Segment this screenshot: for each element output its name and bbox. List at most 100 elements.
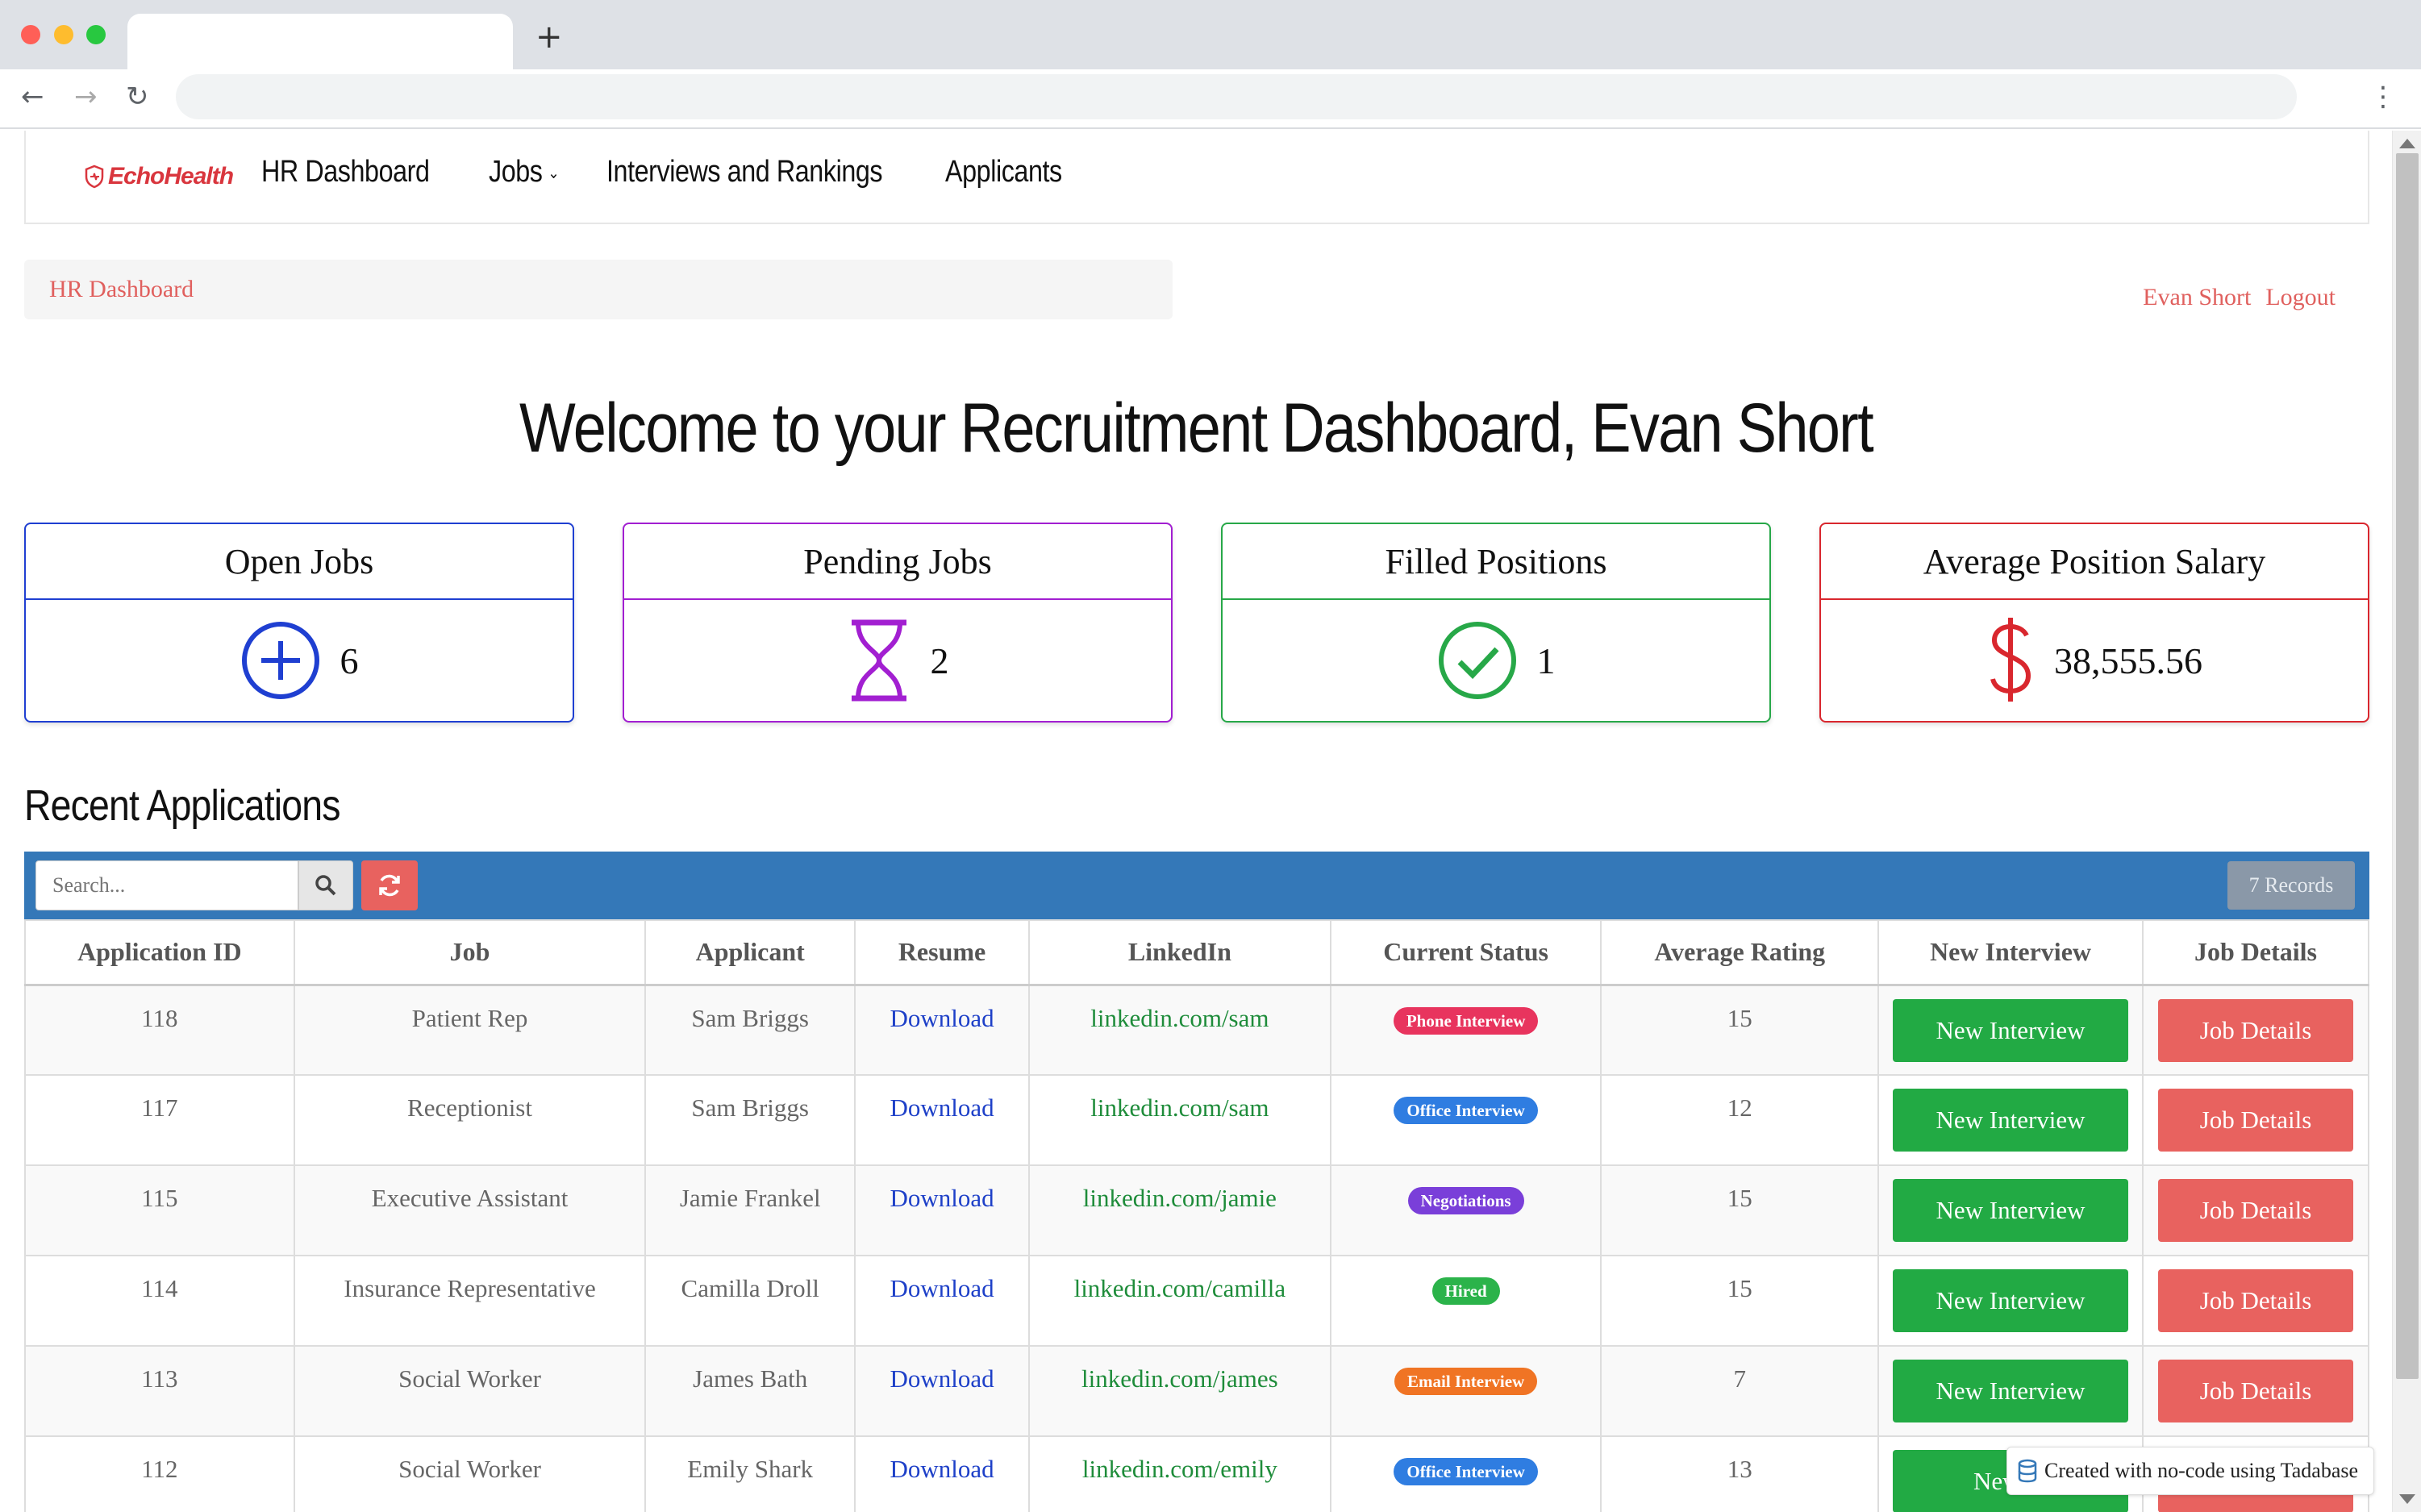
applicant-cell: James Bath [644, 1345, 856, 1437]
job-details-button[interactable]: Job Details [2158, 1179, 2353, 1242]
stat-card-filled-positions: Filled Positions 1 [1221, 523, 1771, 723]
applications-table: Application ID Job Applicant Resume Link… [24, 919, 2369, 1512]
stat-card-open-jobs: Open Jobs 6 [24, 523, 574, 723]
tadabase-badge-text: Created with no-code using Tadabase [2044, 1459, 2359, 1482]
nav-jobs[interactable]: Jobs ⌄ [489, 155, 560, 190]
new-interview-cell: New Interview [1877, 1345, 2144, 1437]
job-cell: Executive Assistant [293, 1164, 647, 1256]
scroll-down-icon[interactable] [2399, 1494, 2415, 1504]
back-button[interactable]: ← [21, 81, 44, 113]
refresh-button[interactable] [361, 860, 418, 910]
status-cell: Office Interview [1329, 1074, 1602, 1166]
job-details-button[interactable]: Job Details [2158, 1089, 2353, 1152]
table-toolbar: 7 Records [24, 852, 2369, 919]
tadabase-badge[interactable]: Created with no-code using Tadabase [2006, 1447, 2374, 1495]
column-header[interactable]: LinkedIn [1027, 919, 1331, 986]
new-interview-button[interactable]: New Interview [1893, 998, 2129, 1062]
resume-download-link[interactable]: Download [890, 1093, 994, 1122]
status-cell: Office Interview [1329, 1435, 1602, 1512]
rating-cell: 7 [1600, 1345, 1880, 1437]
nav-applicants[interactable]: Applicants [945, 155, 1062, 190]
resume-download-link[interactable]: Download [890, 1184, 994, 1212]
column-header[interactable]: Resume [854, 919, 1030, 986]
resume-download-link[interactable]: Download [890, 1455, 994, 1483]
new-tab-button[interactable]: + [535, 21, 563, 53]
job-details-button[interactable]: Job Details [2158, 1269, 2353, 1332]
application-id-cell: 118 [24, 984, 295, 1076]
linkedin-cell: linkedin.com/jamie [1027, 1164, 1331, 1256]
records-count-button[interactable]: 7 Records [2227, 861, 2355, 910]
stat-title: Filled Positions [1223, 524, 1769, 600]
status-badge: Phone Interview [1393, 1006, 1539, 1035]
nav-hr-dashboard[interactable]: HR Dashboard [261, 155, 430, 190]
page-scrollbar[interactable] [2392, 131, 2421, 1512]
browser-tab-bar: + [0, 0, 2421, 69]
resume-download-link[interactable]: Download [890, 1004, 994, 1032]
window-maximize-button[interactable] [86, 25, 106, 44]
search-input[interactable] [35, 860, 298, 910]
resume-cell: Download [854, 1074, 1030, 1166]
browser-menu-icon[interactable]: ⋮ [2369, 81, 2397, 113]
new-interview-cell: New Interview [1877, 984, 2144, 1076]
logout-link[interactable]: Logout [2265, 284, 2336, 310]
status-badge: Hired [1431, 1277, 1500, 1305]
applicant-cell: Sam Briggs [644, 984, 856, 1076]
resume-download-link[interactable]: Download [890, 1274, 994, 1302]
job-details-button[interactable]: Job Details [2158, 1360, 2353, 1422]
job-details-cell: Job Details [2142, 1345, 2369, 1437]
column-header[interactable]: Job [293, 919, 647, 986]
linkedin-link[interactable]: linkedin.com/sam [1090, 1004, 1269, 1032]
new-interview-button[interactable]: New Interview [1893, 1269, 2129, 1332]
forward-button[interactable]: → [74, 81, 98, 113]
user-name-link[interactable]: Evan Short [2143, 284, 2251, 310]
new-interview-button[interactable]: New Interview [1893, 1089, 2129, 1152]
column-header[interactable]: Current Status [1329, 919, 1602, 986]
job-details-cell: Job Details [2142, 1074, 2369, 1166]
linkedin-link[interactable]: linkedin.com/camilla [1074, 1274, 1286, 1302]
dollar-icon [1990, 618, 2031, 702]
new-interview-button[interactable]: New Interview [1893, 1360, 2129, 1422]
database-icon [2018, 1459, 2037, 1483]
logo[interactable]: EchoHealth [84, 163, 234, 190]
linkedin-cell: linkedin.com/emily [1027, 1435, 1331, 1512]
breadcrumb-hr-dashboard[interactable]: HR Dashboard [49, 276, 194, 302]
browser-tab[interactable] [127, 14, 513, 69]
linkedin-link[interactable]: linkedin.com/emily [1082, 1455, 1277, 1483]
resume-download-link[interactable]: Download [890, 1364, 994, 1393]
window-minimize-button[interactable] [54, 25, 73, 44]
application-id-cell: 115 [24, 1164, 295, 1256]
linkedin-link[interactable]: linkedin.com/james [1081, 1364, 1278, 1393]
nav-interviews-and-rankings[interactable]: Interviews and Rankings [606, 155, 883, 190]
rating-cell: 12 [1600, 1074, 1880, 1166]
application-id-cell: 113 [24, 1345, 295, 1437]
resume-cell: Download [854, 1164, 1030, 1256]
resume-cell: Download [854, 984, 1030, 1076]
linkedin-link[interactable]: linkedin.com/jamie [1083, 1184, 1277, 1212]
resume-cell: Download [854, 1345, 1030, 1437]
stat-title: Average Position Salary [1821, 524, 2368, 600]
address-bar[interactable] [176, 74, 2297, 119]
job-details-cell: Job Details [2142, 984, 2369, 1076]
resume-cell: Download [854, 1435, 1030, 1512]
stat-value: 6 [340, 639, 359, 681]
scroll-up-icon[interactable] [2399, 139, 2415, 148]
reload-button[interactable]: ↻ [126, 81, 149, 113]
rating-cell: 15 [1600, 1164, 1880, 1256]
column-header: New Interview [1877, 919, 2144, 986]
logo-shield-icon [85, 165, 104, 189]
new-interview-button[interactable]: New Interview [1893, 1179, 2129, 1242]
scrollbar-thumb[interactable] [2396, 153, 2419, 1379]
linkedin-link[interactable]: linkedin.com/sam [1090, 1093, 1269, 1122]
stat-value: 1 [1536, 639, 1556, 681]
column-header[interactable]: Average Rating [1600, 919, 1880, 986]
stat-value: 38,555.56 [2054, 639, 2202, 681]
window-close-button[interactable] [21, 25, 40, 44]
column-header[interactable]: Application ID [24, 919, 295, 986]
column-header[interactable]: Applicant [644, 919, 856, 986]
status-badge: Office Interview [1394, 1097, 1538, 1124]
stat-card-average-salary: Average Position Salary 38,555.56 [1819, 523, 2369, 723]
job-cell: Receptionist [293, 1074, 647, 1166]
search-button[interactable] [298, 860, 353, 910]
job-details-button[interactable]: Job Details [2158, 998, 2353, 1062]
table-row: 117 Receptionist Sam Briggs Download linkedi… [24, 1074, 2369, 1166]
